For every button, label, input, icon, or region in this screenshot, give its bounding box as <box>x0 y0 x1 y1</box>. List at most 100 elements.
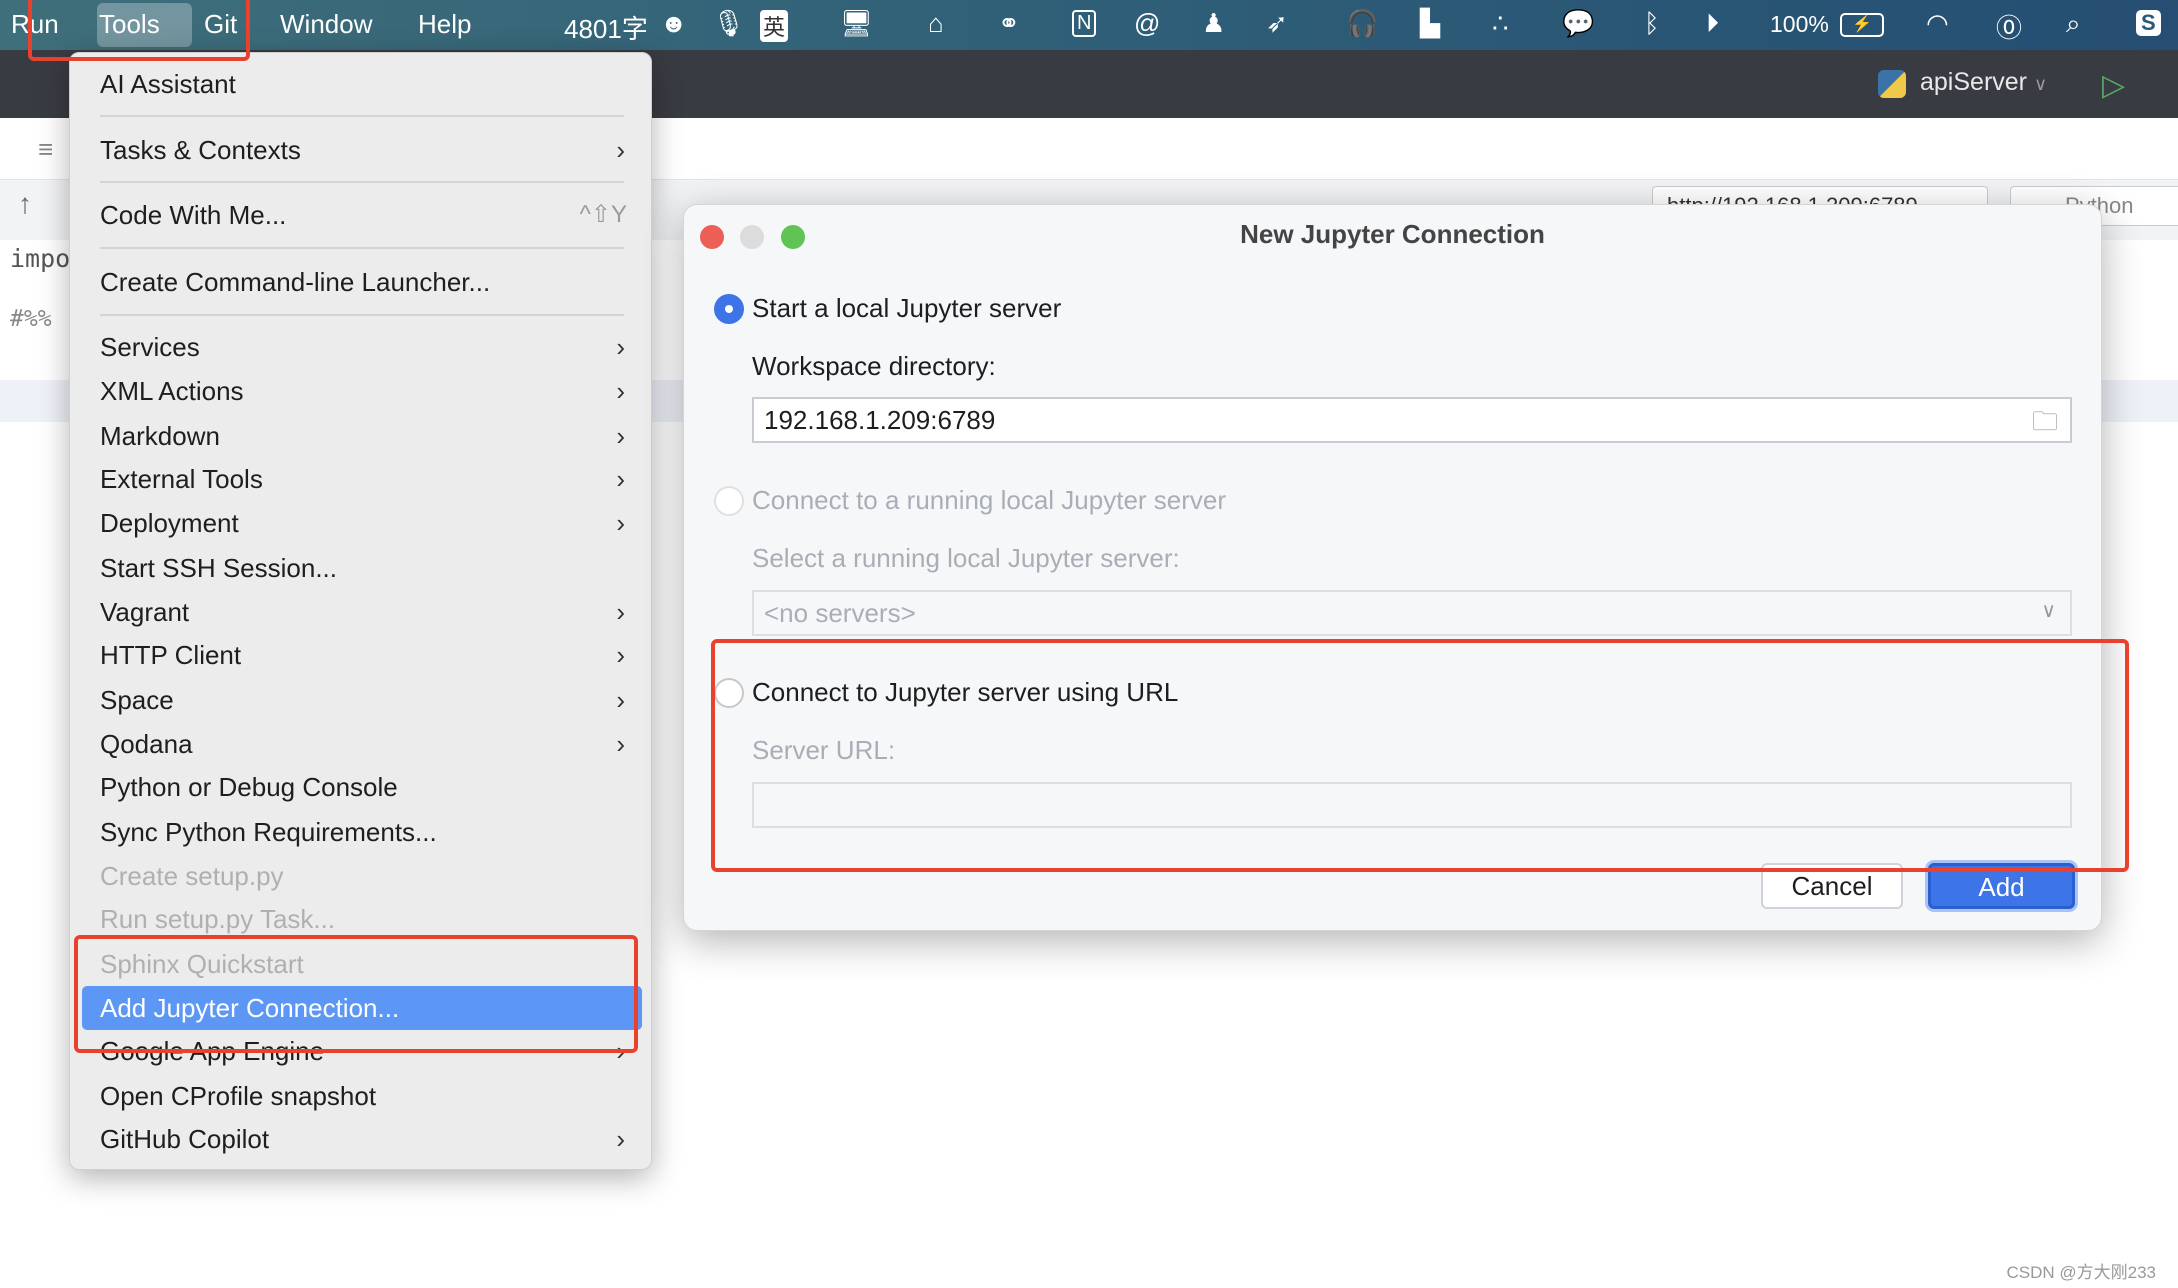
menu-window[interactable]: Window <box>280 9 372 40</box>
annotation-box-url-option <box>711 639 2129 872</box>
label: Sync Python Requirements... <box>100 817 437 847</box>
workspace-directory-input[interactable]: 192.168.1.209:6789 🗀 <box>752 397 2072 443</box>
running-server-value: <no servers> <box>764 598 916 628</box>
menu-item-vagrant[interactable]: Vagrant › <box>70 590 653 634</box>
chevron-right-icon: › <box>616 640 625 670</box>
chevron-right-icon: › <box>616 685 625 715</box>
menu-item-ssh-session[interactable]: Start SSH Session... <box>70 546 653 590</box>
menu-item-python-console[interactable]: Python or Debug Console <box>70 765 653 809</box>
chevron-right-icon: › <box>616 1124 625 1154</box>
label: Vagrant <box>100 597 190 627</box>
menu-item-space[interactable]: Space › <box>70 678 653 722</box>
shortcut: ^⇧Y <box>579 201 627 228</box>
label: Tasks & Contexts <box>100 135 301 165</box>
menu-item-ai-assistant[interactable]: AI Assistant <box>70 62 653 106</box>
option-running-local-label[interactable]: Connect to a running local Jupyter serve… <box>752 485 1226 516</box>
chevron-right-icon: › <box>616 508 625 538</box>
cell-marker[interactable]: #%% <box>10 306 52 332</box>
label: External Tools <box>100 464 263 494</box>
running-server-label: Select a running local Jupyter server: <box>752 543 1180 573</box>
baidu-icon[interactable]: ⚭ <box>998 8 1020 39</box>
chevron-right-icon: › <box>616 421 625 451</box>
chevron-right-icon: › <box>616 464 625 494</box>
microphone-icon[interactable]: 🎙 <box>712 8 745 39</box>
menu-item-deployment[interactable]: Deployment › <box>70 501 653 545</box>
label: Run setup.py Task... <box>100 904 336 934</box>
python-icon <box>1878 70 1906 98</box>
menu-item-http-client[interactable]: HTTP Client › <box>70 633 653 677</box>
dots-icon[interactable]: ∴ <box>1492 8 1509 39</box>
wifi-icon[interactable]: ◠ <box>1926 8 1949 39</box>
run-icon[interactable]: ▷ <box>2102 68 2125 103</box>
chevron-right-icon: › <box>616 332 625 362</box>
watermark: CSDN @方大刚233 <box>2006 1263 2156 1282</box>
separator <box>100 314 624 316</box>
code-line[interactable]: impo <box>10 244 70 273</box>
label: Start SSH Session... <box>100 553 337 583</box>
headphones-icon[interactable]: 🎧 <box>1346 8 1378 39</box>
option-start-local-label[interactable]: Start a local Jupyter server <box>752 293 1061 324</box>
paper-plane-icon[interactable]: ➶ <box>1266 8 1288 39</box>
run-config-selector[interactable]: apiServer ∨ <box>1920 68 2047 97</box>
dialog-title: New Jupyter Connection <box>1240 219 1545 249</box>
search-icon[interactable]: ⌕ <box>2066 8 2081 40</box>
display-icon[interactable]: 🖥 <box>840 8 873 39</box>
smiley-icon[interactable]: ☻ <box>660 8 687 39</box>
label: Qodana <box>100 729 193 759</box>
lock-icon[interactable]: @ <box>1134 8 1160 39</box>
menu-help[interactable]: Help <box>418 9 471 40</box>
battery-percent: 100% <box>1770 11 1829 37</box>
menu-item-github-copilot[interactable]: GitHub Copilot › <box>70 1117 653 1161</box>
arrow-up-icon[interactable]: ↑ <box>18 188 32 220</box>
workspace-label: Workspace directory: <box>752 351 996 381</box>
battery-icon[interactable]: ⚡ <box>1840 13 1884 37</box>
app-s-icon[interactable]: S <box>2136 10 2161 36</box>
macos-menubar: Run Tools Git Window Help 4801字 ☻ 🎙 英 🖥 … <box>0 0 2178 50</box>
menu-item-qodana[interactable]: Qodana › <box>70 722 653 766</box>
menu-item-code-with-me[interactable]: Code With Me... ^⇧Y <box>70 193 653 237</box>
annotation-box-menu-item <box>74 935 638 1053</box>
run-config-label: apiServer <box>1920 68 2027 96</box>
menu-item-cprofile[interactable]: Open CProfile snapshot <box>70 1074 653 1118</box>
label: Create Command-line Launcher... <box>100 267 491 297</box>
label: GitHub Copilot <box>100 1124 270 1154</box>
menu-item-xml-actions[interactable]: XML Actions › <box>70 369 653 413</box>
label: Services <box>100 332 200 362</box>
structure-icon[interactable]: ≡ <box>38 134 53 165</box>
running-server-select: <no servers> ∨ <box>752 590 2072 636</box>
label: Deployment <box>100 508 239 538</box>
play-icon[interactable]: ⏵ <box>1706 8 1719 40</box>
menu-item-tasks-contexts[interactable]: Tasks & Contexts › <box>70 128 653 172</box>
menu-item-services[interactable]: Services › <box>70 325 653 369</box>
chevron-right-icon: › <box>616 729 625 759</box>
label: Create setup.py <box>100 861 284 891</box>
menu-item-sync-requirements[interactable]: Sync Python Requirements... <box>70 810 653 854</box>
chevron-down-icon: ∨ <box>2033 74 2048 94</box>
input-method-icon[interactable]: 英 <box>760 10 789 42</box>
label: AI Assistant <box>100 69 236 99</box>
notion-icon[interactable]: N <box>1072 10 1097 37</box>
wechat-icon[interactable]: 💬 <box>1562 8 1594 39</box>
chevron-right-icon: › <box>616 597 625 627</box>
folder-icon[interactable]: 🗀 <box>2032 403 2058 447</box>
menu-item-external-tools[interactable]: External Tools › <box>70 457 653 501</box>
label: XML Actions <box>100 376 244 406</box>
lamp-icon[interactable]: ▙ <box>1420 8 1440 39</box>
accessibility-icon[interactable]: ⓪ <box>1996 8 2022 45</box>
label: Open CProfile snapshot <box>100 1081 377 1111</box>
qq-icon[interactable]: ♟ <box>1202 8 1225 39</box>
bluetooth-icon[interactable]: ᛒ <box>1644 8 1660 39</box>
menu-item-create-setup: Create setup.py <box>70 854 653 898</box>
vpn-icon[interactable]: ⌂ <box>928 8 944 39</box>
chevron-down-icon: ∨ <box>2041 600 2056 622</box>
label: HTTP Client <box>100 640 242 670</box>
radio-start-local[interactable] <box>714 294 744 324</box>
menu-item-markdown[interactable]: Markdown › <box>70 414 653 458</box>
radio-running-local[interactable] <box>714 486 744 516</box>
separator <box>100 115 624 117</box>
chevron-right-icon: › <box>616 376 625 406</box>
separator <box>100 181 624 183</box>
workspace-value: 192.168.1.209:6789 <box>764 405 996 435</box>
menu-item-command-line-launcher[interactable]: Create Command-line Launcher... <box>70 260 653 304</box>
label: Markdown <box>100 421 220 451</box>
